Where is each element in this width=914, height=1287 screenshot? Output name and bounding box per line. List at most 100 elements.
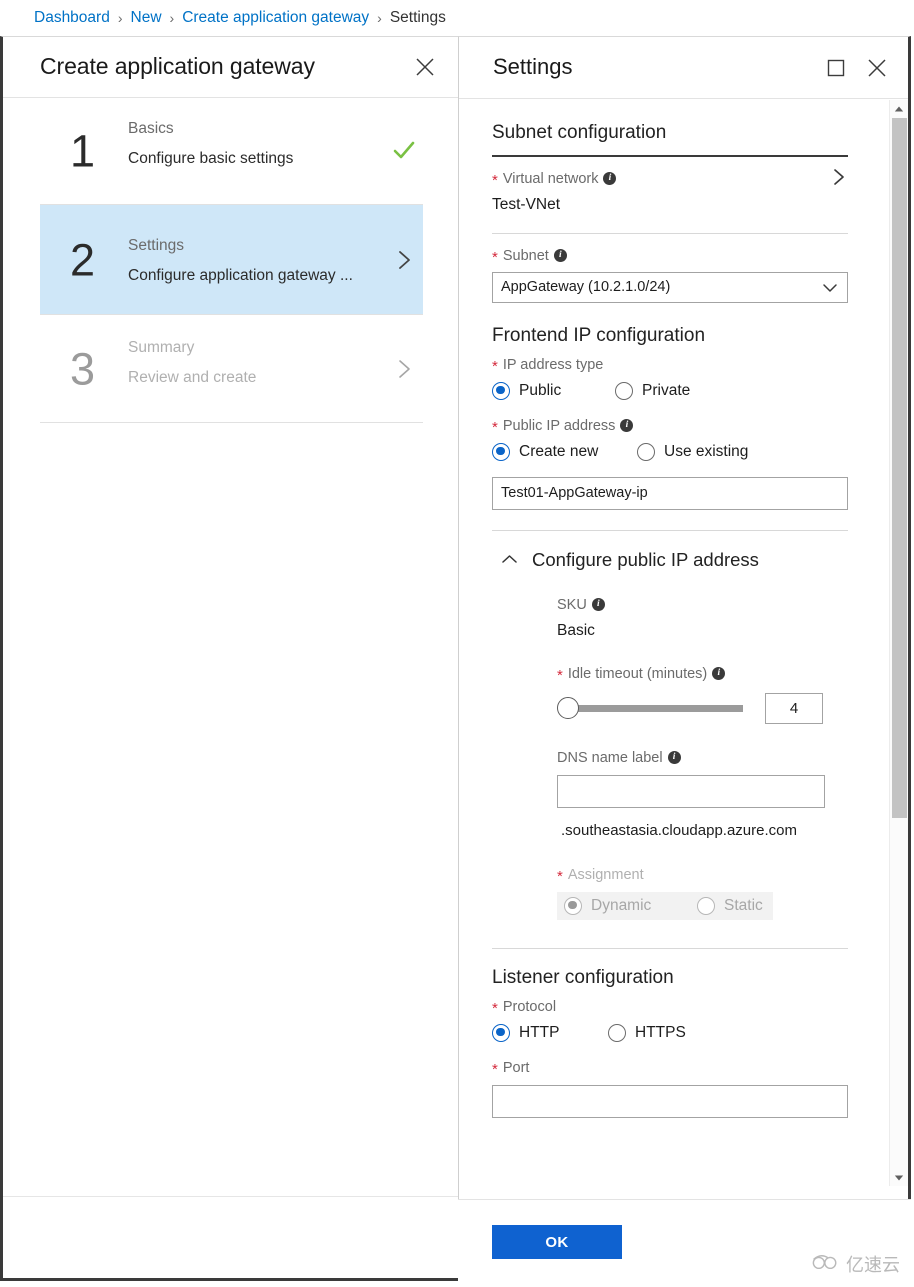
subnet-select[interactable]: AppGateway (10.2.1.0/24) [492,271,848,303]
radio-public-ip-create-new[interactable]: Create new [492,442,629,461]
step-number: 3 [70,343,96,394]
required-marker: * [492,249,498,266]
public-ip-name-input[interactable] [492,476,848,510]
radio-ip-type-public[interactable]: Public [492,381,607,400]
create-application-gateway-blade: Create application gateway 1 Basics Conf… [0,36,458,1281]
cloud-logo-icon [810,1253,840,1276]
section-heading-subnet-configuration: Subnet configuration [492,122,667,143]
radio-button [564,896,582,915]
protocol-label-row: * Protocol [492,989,879,1017]
info-icon[interactable]: i [603,172,617,185]
scroll-down-arrow-icon[interactable] [890,1169,908,1186]
radio-button[interactable] [637,442,655,461]
watermark-text: 亿速云 [846,1255,900,1276]
step-title: Settings [128,237,185,254]
idle-timeout-label: Idle timeout (minutes) [567,665,708,682]
info-icon[interactable]: i [712,667,726,680]
radio-label: Create new [519,442,599,460]
breadcrumb-separator: › [169,10,175,26]
radio-public-ip-use-existing[interactable]: Use existing [637,442,749,461]
sku-value: Basic [557,621,595,639]
radio-label: Private [642,381,691,399]
radio-label: HTTP [519,1023,560,1041]
watermark: 亿速云 [810,1251,900,1277]
info-icon[interactable]: i [620,419,634,432]
info-icon[interactable]: i [553,249,567,262]
required-marker: * [557,868,563,885]
port-input[interactable] [492,1084,848,1118]
radio-button[interactable] [492,381,510,400]
required-marker: * [492,1061,498,1078]
radio-label: Use existing [664,442,749,460]
radio-button[interactable] [492,442,510,461]
public-ip-address-label: Public IP address [502,417,616,434]
page-title: Create application gateway [40,53,315,79]
section-heading-frontend-ip-configuration: Frontend IP configuration [492,324,706,346]
virtual-network-label: Virtual network [502,170,599,187]
required-marker: * [492,419,498,436]
assignment-label: Assignment [567,866,644,883]
chevron-right-icon[interactable] [829,167,849,187]
divider [3,1196,458,1197]
breadcrumb-item-settings[interactable]: Settings [390,9,446,27]
info-icon[interactable]: i [591,598,605,611]
slider-handle[interactable] [557,697,579,719]
wizard-step-summary[interactable]: 3 Summary Review and create [40,315,423,423]
step-number: 2 [70,234,96,285]
radio-protocol-https[interactable]: HTTPS [608,1023,686,1042]
radio-label: Dynamic [591,896,652,914]
radio-label: Static [724,896,763,914]
required-marker: * [492,1000,498,1017]
radio-assignment-static: Static [697,896,763,915]
dns-name-input[interactable] [557,774,825,808]
step-subtitle: Configure application gateway ... [128,267,353,284]
port-label: Port [502,1059,530,1076]
wizard-step-basics[interactable]: 1 Basics Configure basic settings [40,98,423,205]
section-heading-listener-configuration: Listener configuration [492,966,674,988]
sku-label: SKU [557,596,587,613]
radio-button[interactable] [492,1023,510,1042]
ip-address-type-label: IP address type [502,356,604,373]
radio-ip-type-private[interactable]: Private [615,381,691,400]
divider [492,529,848,531]
configure-public-ip-expander-label: Configure public IP address [532,548,759,570]
breadcrumb: Dashboard › New › Create application gat… [0,0,914,36]
close-icon[interactable] [865,56,889,80]
radio-protocol-http[interactable]: HTTP [492,1023,600,1042]
left-blade-header: Create application gateway [3,37,458,98]
idle-timeout-value-input[interactable] [765,692,823,724]
idle-timeout-slider[interactable] [557,697,743,719]
required-marker: * [492,172,498,189]
protocol-label: Protocol [502,998,557,1015]
slider-track [567,704,743,712]
assignment-label-row: * Assignment [557,839,879,885]
configure-public-ip-expander[interactable]: Configure public IP address [492,549,879,571]
breadcrumb-item-new[interactable]: New [131,9,162,27]
radio-button[interactable] [608,1023,626,1042]
dns-name-label-row: DNS name label i [557,724,879,766]
breadcrumb-item-dashboard[interactable]: Dashboard [34,9,110,27]
breadcrumb-item-create-application-gateway[interactable]: Create application gateway [182,9,369,27]
wizard-step-settings[interactable]: 2 Settings Configure application gateway… [40,205,423,315]
subnet-label: Subnet [502,247,549,264]
ok-button[interactable]: OK [492,1225,622,1259]
scrollbar-thumb[interactable] [892,118,907,818]
ip-address-type-radio-group: Public Private [492,381,879,400]
settings-form: Subnet configuration * Virtual network i… [459,100,879,1178]
close-icon[interactable] [413,55,437,79]
step-title: Basics [128,120,174,137]
radio-button[interactable] [615,381,633,400]
virtual-network-row[interactable]: * Virtual network i Test-VNet [492,157,879,214]
subnet-label-row: * Subnet i [492,234,879,266]
info-icon[interactable]: i [667,751,681,764]
idle-timeout-row [557,692,879,724]
scroll-up-arrow-icon[interactable] [890,100,908,117]
chevron-up-icon [501,551,518,568]
dns-suffix-text: .southeastasia.cloudapp.azure.com [561,821,797,839]
port-label-row: * Port [492,1042,879,1078]
maximize-icon[interactable] [826,58,846,78]
settings-scrollbar[interactable] [889,100,908,1186]
chevron-right-icon [393,249,415,271]
step-number: 1 [70,125,96,177]
subnet-select-wrapper: AppGateway (10.2.1.0/24) [492,271,848,303]
